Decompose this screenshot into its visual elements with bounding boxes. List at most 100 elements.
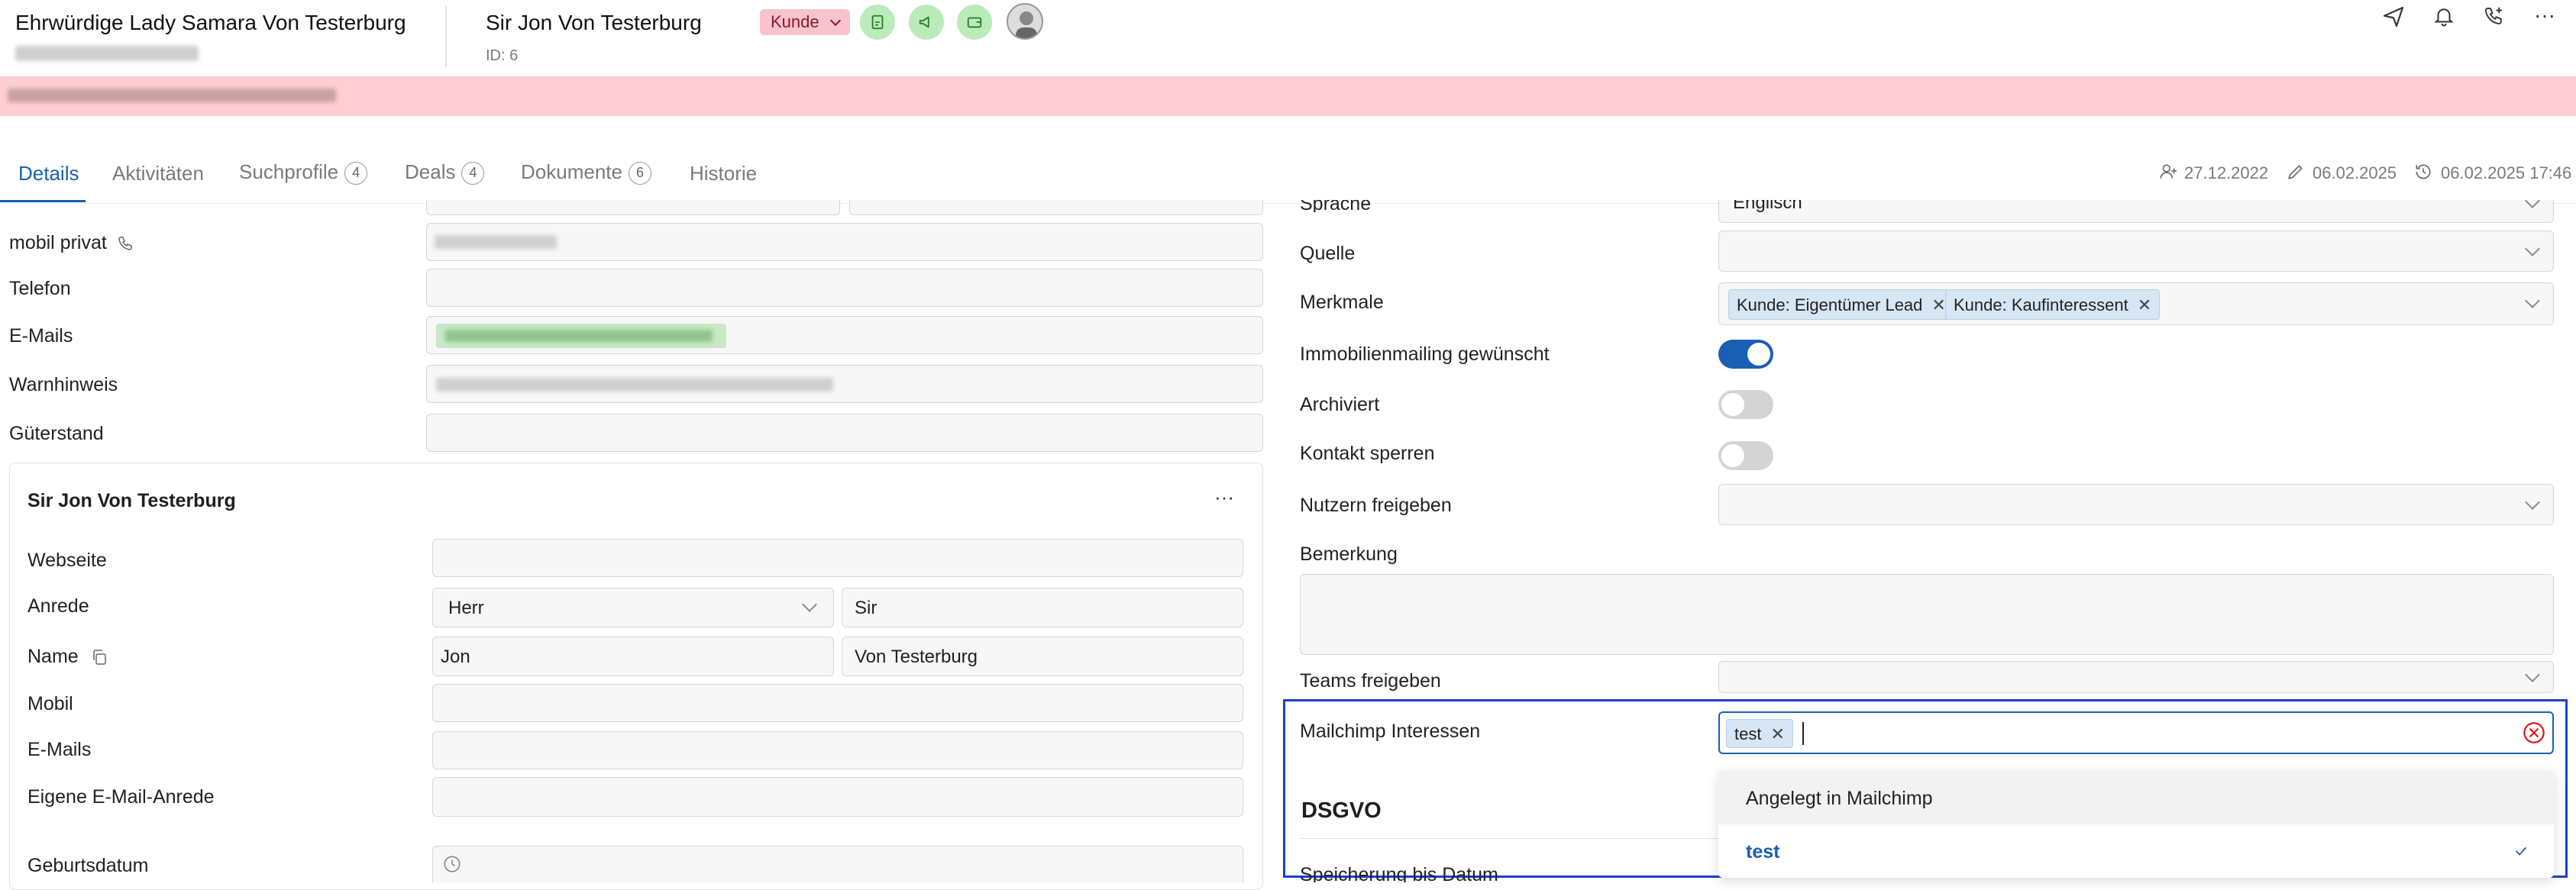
first-name-field[interactable]: Jon — [432, 637, 834, 676]
tab-dokumente[interactable]: Dokumente 6 — [521, 160, 651, 185]
contact-subtitle-blurred — [15, 46, 199, 61]
mobil-privat-text: mobil privat — [9, 232, 107, 253]
geburtsdatum-field[interactable] — [432, 846, 1243, 882]
emails-label: E-Mails — [9, 325, 73, 347]
person-card — [9, 463, 1263, 890]
mobil-field[interactable] — [432, 684, 1243, 722]
eigene-anrede-field[interactable] — [432, 777, 1243, 817]
clear-icon[interactable] — [2522, 721, 2546, 745]
chevron-down-icon — [829, 15, 841, 27]
phone-add-icon[interactable] — [2483, 5, 2506, 27]
warning-banner-text-blurred — [8, 89, 336, 102]
cutoff-field-1[interactable] — [426, 200, 840, 215]
dsgvo-divider — [1300, 838, 1728, 839]
webseite-field[interactable] — [432, 539, 1243, 577]
nutzern-freigeben-select[interactable] — [1718, 484, 2554, 525]
chevron-down-icon — [2525, 241, 2540, 256]
merkmal-chip-label: Kunde: Kaufinteressent — [1954, 295, 2128, 314]
avatar[interactable] — [1007, 3, 1043, 40]
dropdown-option-label: test — [1746, 841, 1780, 863]
bemerkung-textarea[interactable] — [1300, 574, 2554, 655]
quelle-select[interactable] — [1718, 231, 2554, 272]
titel-value: Sir — [855, 598, 878, 618]
mailchimp-chip[interactable]: test ✕ — [1726, 719, 1793, 748]
anrede-label: Anrede — [27, 595, 89, 617]
person-card-more-button[interactable]: ··· — [1214, 485, 1234, 509]
quelle-label: Quelle — [1300, 243, 1356, 264]
email-chip[interactable] — [436, 324, 726, 348]
clock-icon — [444, 856, 461, 872]
person-card-title: Sir Jon Von Testerburg — [27, 490, 236, 511]
dsgvo-heading: DSGVO — [1301, 798, 1382, 823]
checkmark-icon — [2515, 846, 2527, 856]
chevron-down-icon — [2525, 495, 2540, 510]
tab-suchprofile[interactable]: Suchprofile 4 — [239, 160, 368, 185]
kontakt-sperren-toggle[interactable] — [1718, 441, 1773, 470]
history-icon — [2416, 164, 2431, 179]
merkmale-select[interactable]: Kunde: Eigentümer Lead ✕ Kunde: Kaufinter… — [1718, 282, 2554, 325]
anrede-select[interactable]: Herr — [432, 588, 834, 627]
status-tag-label: Kunde — [771, 12, 819, 31]
email-chip-text-blurred — [445, 330, 713, 342]
titel-field[interactable]: Sir — [842, 588, 1243, 627]
telefon-label: Telefon — [9, 278, 71, 299]
tab-details[interactable]: Details — [18, 162, 79, 185]
dropdown-option-angelegt[interactable]: Angelegt in Mailchimp — [1718, 771, 2554, 824]
archiviert-toggle[interactable] — [1718, 390, 1773, 419]
tab-aktivitaeten[interactable]: Aktivitäten — [112, 162, 204, 185]
emails-field[interactable] — [426, 316, 1263, 354]
status-tag[interactable]: Kunde — [760, 9, 850, 35]
close-icon[interactable]: ✕ — [1770, 724, 1784, 743]
mailchimp-chip-label: test — [1734, 724, 1762, 743]
chevron-down-icon — [2525, 667, 2540, 682]
header-divider — [445, 6, 447, 67]
send-icon[interactable] — [2381, 5, 2406, 29]
gueterstand-field[interactable] — [426, 414, 1263, 452]
mobil-privat-label: mobil privat — [9, 232, 135, 254]
mailchimp-input[interactable]: test ✕ — [1718, 711, 2554, 754]
toggle-knob — [1721, 444, 1744, 467]
toggle-knob — [1721, 393, 1744, 416]
tab-historie[interactable]: Historie — [690, 162, 757, 185]
phone-icon[interactable] — [117, 234, 135, 253]
bell-icon[interactable] — [2432, 5, 2455, 27]
wallet-icon-button[interactable] — [957, 5, 992, 40]
dropdown-option-test[interactable]: test — [1718, 824, 2554, 878]
close-icon[interactable]: ✕ — [1931, 295, 1945, 314]
first-name-value: Jon — [441, 647, 470, 667]
tab-suchprofile-label: Suchprofile — [239, 160, 339, 183]
teams-freigeben-select[interactable] — [1718, 661, 2554, 693]
tab-dokumente-label: Dokumente — [521, 160, 622, 183]
webseite-label: Webseite — [27, 550, 107, 571]
mobil-privat-field[interactable] — [426, 223, 1263, 261]
sprache-select[interactable]: Englisch — [1718, 200, 2554, 223]
dropdown-option-label: Angelegt in Mailchimp — [1746, 788, 1933, 809]
tab-deals[interactable]: Deals 4 — [405, 160, 485, 185]
warnhinweis-field[interactable] — [426, 365, 1263, 403]
card-emails-label: E-Mails — [27, 739, 92, 760]
document-icon — [871, 15, 884, 30]
merkmal-chip[interactable]: Kunde: Eigentümer Lead ✕ — [1728, 289, 1954, 320]
chevron-down-icon — [2525, 293, 2540, 308]
marketing-icon-button[interactable] — [909, 5, 944, 40]
last-name-field[interactable]: Von Testerburg — [842, 637, 1243, 676]
card-emails-field[interactable] — [432, 731, 1243, 769]
gueterstand-label: Güterstand — [9, 423, 104, 444]
speicherung-label: Speicherung bis Datum — [1300, 864, 1498, 882]
name-label: Name — [27, 646, 108, 668]
contract-icon-button[interactable] — [860, 5, 895, 40]
copy-icon[interactable] — [90, 648, 108, 666]
close-icon[interactable]: ✕ — [2138, 295, 2151, 314]
history-date: 06.02.2025 17:46 — [2441, 163, 2572, 182]
archiviert-label: Archiviert — [1300, 394, 1380, 415]
telefon-field[interactable] — [426, 269, 1263, 307]
mobil-label: Mobil — [27, 693, 73, 714]
wallet-icon — [967, 17, 982, 28]
geburtsdatum-label: Geburtsdatum — [27, 855, 149, 876]
cutoff-field-2[interactable] — [849, 200, 1263, 215]
more-menu-icon[interactable]: ··· — [2534, 3, 2555, 27]
person-avatar-icon — [1016, 11, 1037, 38]
immomailing-toggle[interactable] — [1718, 340, 1773, 369]
merkmal-chip[interactable]: Kunde: Kaufinteressent ✕ — [1945, 289, 2161, 320]
pencil-icon — [2288, 165, 2303, 179]
